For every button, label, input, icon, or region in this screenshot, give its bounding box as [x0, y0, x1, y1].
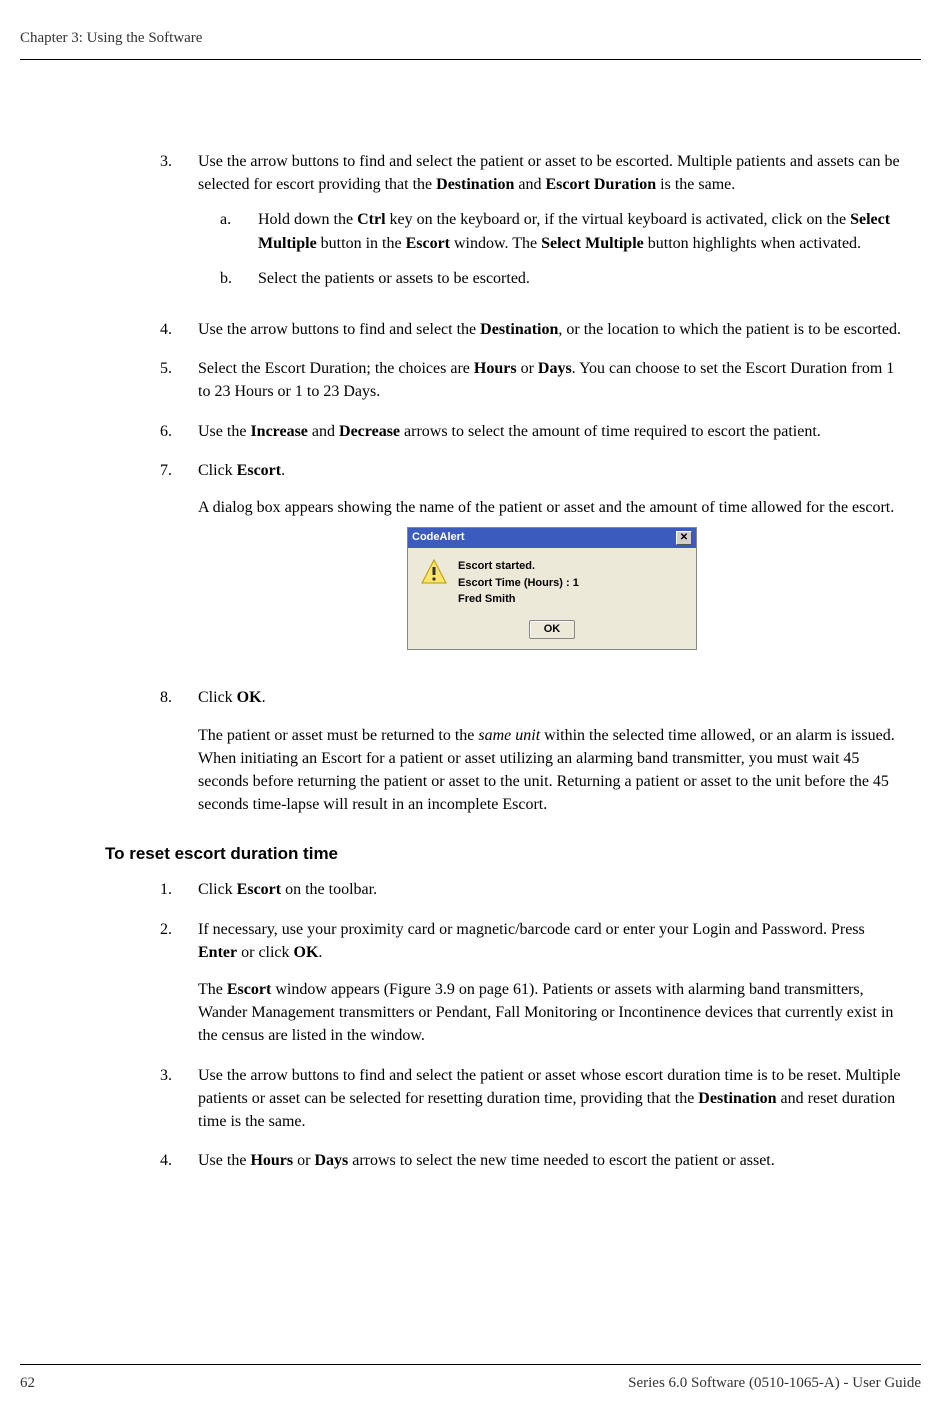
followup-text: The patient or asset must be returned to…	[198, 724, 906, 817]
page-number: 62	[20, 1375, 35, 1392]
doc-title: Series 6.0 Software (0510-1065-A) - User…	[628, 1375, 921, 1392]
substep-b: b. Select the patients or assets to be e…	[198, 267, 906, 290]
followup-text: A dialog box appears showing the name of…	[198, 496, 906, 519]
step-body: Use the arrow buttons to find and select…	[198, 150, 906, 302]
page-header: Chapter 3: Using the Software	[20, 30, 921, 60]
page-content: 3. Use the arrow buttons to find and sel…	[20, 150, 921, 1172]
section-heading: To reset escort duration time	[105, 844, 906, 864]
page-footer: 62 Series 6.0 Software (0510-1065-A) - U…	[20, 1364, 921, 1392]
step-7: 7. Click Escort. A dialog box appears sh…	[160, 459, 906, 671]
dialog-title-text: CodeAlert	[412, 530, 465, 546]
step-number: 5.	[160, 357, 198, 403]
dialog-message: Escort started. Escort Time (Hours) : 1 …	[458, 558, 579, 608]
step-number: 4.	[160, 318, 198, 341]
step-number: 8.	[160, 686, 198, 816]
reset-list: 1. Click Escort on the toolbar. 2. If ne…	[160, 878, 906, 1172]
substep-letter: b.	[220, 267, 258, 290]
step-4: 4. Use the arrow buttons to find and sel…	[160, 318, 906, 341]
instruction-list: 3. Use the arrow buttons to find and sel…	[160, 150, 906, 816]
step-number: 2.	[160, 918, 198, 1048]
step-5: 5. Select the Escort Duration; the choic…	[160, 357, 906, 403]
dialog-screenshot: CodeAlert ✕ Escort started. Escort Time …	[198, 527, 906, 650]
chapter-title: Chapter 3: Using the Software	[20, 30, 202, 46]
step-number: 7.	[160, 459, 198, 671]
dialog-line3: Fred Smith	[458, 591, 579, 608]
step-number: 1.	[160, 878, 198, 901]
step-body: Use the Increase and Decrease arrows to …	[198, 420, 906, 443]
reset-step-2: 2. If necessary, use your proximity card…	[160, 918, 906, 1048]
codealert-dialog: CodeAlert ✕ Escort started. Escort Time …	[407, 527, 697, 650]
substep-letter: a.	[220, 208, 258, 254]
step-body: Select the Escort Duration; the choices …	[198, 357, 906, 403]
substep-text: Select the patients or assets to be esco…	[258, 267, 530, 290]
dialog-button-row: OK	[408, 620, 696, 650]
warning-icon	[420, 558, 448, 586]
substep-text: Hold down the Ctrl key on the keyboard o…	[258, 208, 906, 254]
dialog-body: Escort started. Escort Time (Hours) : 1 …	[408, 548, 696, 620]
ok-button[interactable]: OK	[529, 620, 576, 640]
sub-steps: a. Hold down the Ctrl key on the keyboar…	[198, 208, 906, 290]
step-body: Click Escort. A dialog box appears showi…	[198, 459, 906, 671]
step-body: Click Escort on the toolbar.	[198, 878, 906, 901]
step-number: 4.	[160, 1149, 198, 1172]
step-number: 3.	[160, 150, 198, 302]
step-body: Use the arrow buttons to find and select…	[198, 1064, 906, 1134]
step-body: If necessary, use your proximity card or…	[198, 918, 906, 1048]
step-body: Use the Hours or Days arrows to select t…	[198, 1149, 906, 1172]
step-3: 3. Use the arrow buttons to find and sel…	[160, 150, 906, 302]
step-number: 3.	[160, 1064, 198, 1134]
dialog-line1: Escort started.	[458, 558, 579, 575]
step-6: 6. Use the Increase and Decrease arrows …	[160, 420, 906, 443]
text: Use the arrow buttons to find and select…	[198, 153, 900, 193]
dialog-titlebar: CodeAlert ✕	[408, 528, 696, 548]
reset-step-3: 3. Use the arrow buttons to find and sel…	[160, 1064, 906, 1134]
step-number: 6.	[160, 420, 198, 443]
substep-a: a. Hold down the Ctrl key on the keyboar…	[198, 208, 906, 254]
reset-step-4: 4. Use the Hours or Days arrows to selec…	[160, 1149, 906, 1172]
close-icon[interactable]: ✕	[676, 531, 692, 545]
reset-step-1: 1. Click Escort on the toolbar.	[160, 878, 906, 901]
followup-text: The Escort window appears (Figure 3.9 on…	[198, 978, 906, 1048]
step-body: Use the arrow buttons to find and select…	[198, 318, 906, 341]
dialog-line2: Escort Time (Hours) : 1	[458, 575, 579, 592]
step-8: 8. Click OK. The patient or asset must b…	[160, 686, 906, 816]
step-body: Click OK. The patient or asset must be r…	[198, 686, 906, 816]
